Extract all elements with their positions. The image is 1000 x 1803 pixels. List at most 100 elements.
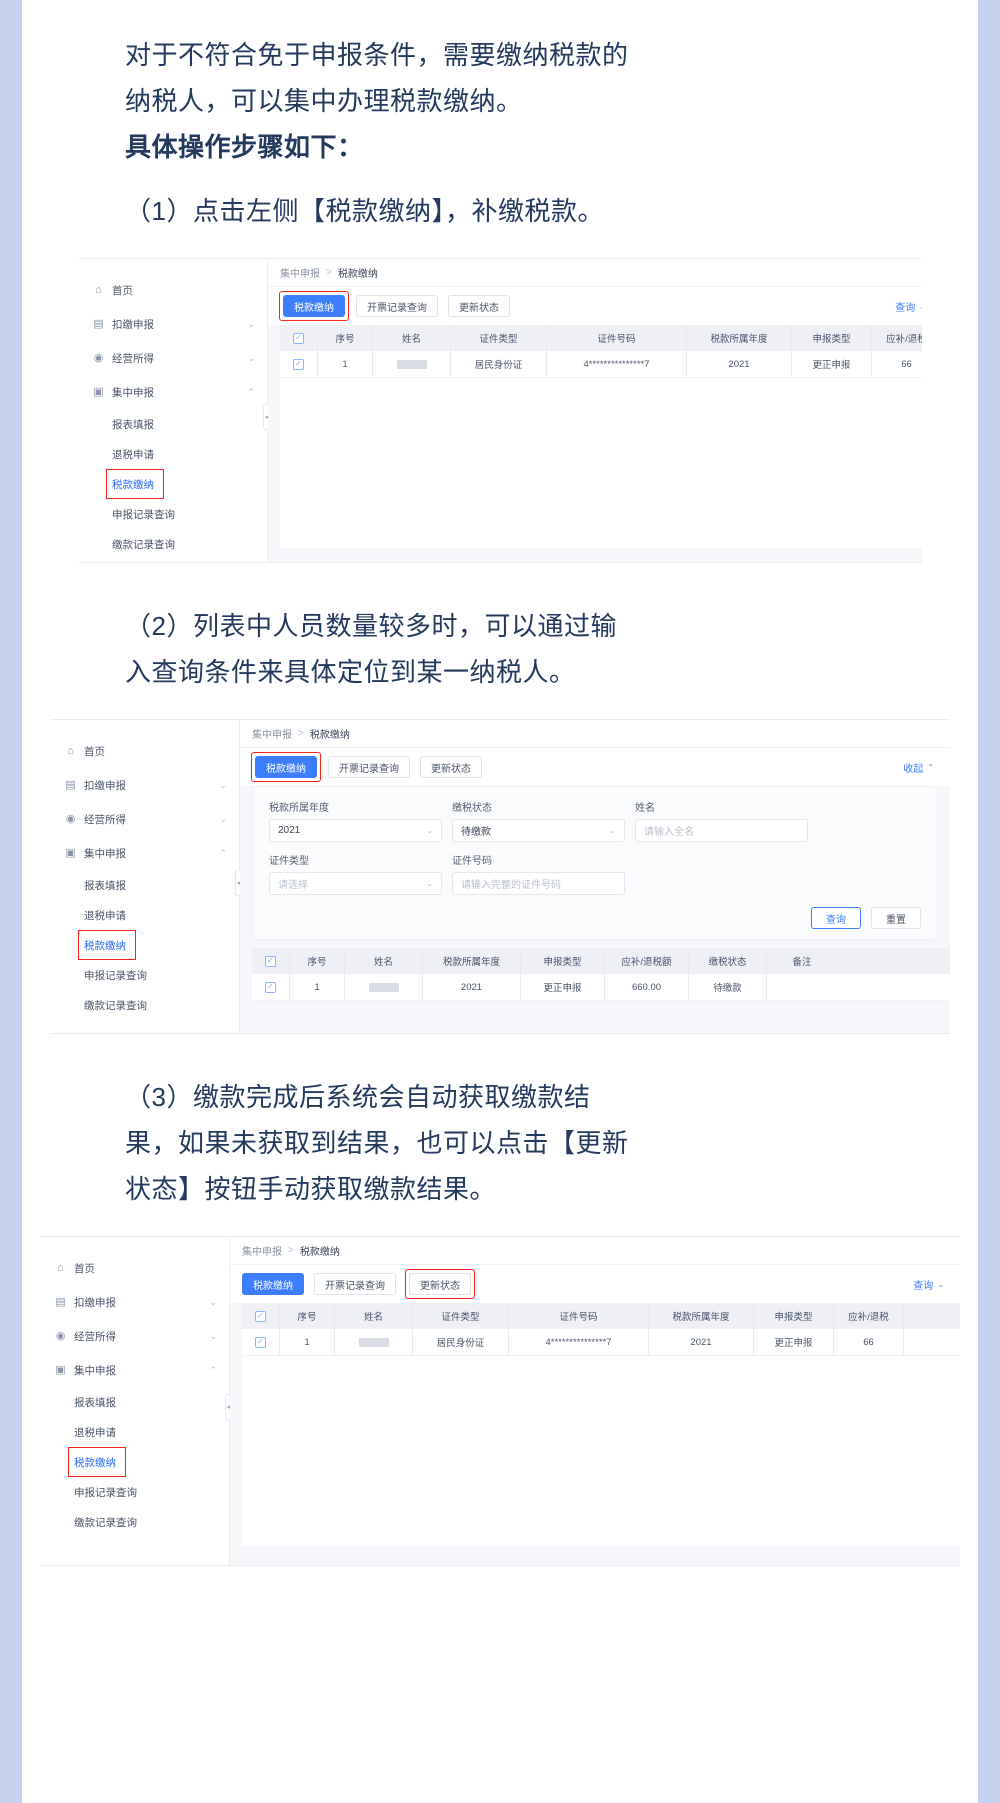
collapse-toggle[interactable]: 收起 ⌃ bbox=[903, 760, 938, 775]
step-3-line-3: 状态】按钮手动获取缴款结果。 bbox=[125, 1174, 497, 1204]
redacted-bar bbox=[358, 1337, 389, 1347]
id-number-input[interactable]: 请输入完整的证件号码 bbox=[452, 872, 625, 895]
row-checkbox-cell[interactable]: ✓ bbox=[252, 974, 290, 1000]
sidebar-subitem-tax-payment[interactable]: 税款缴纳 bbox=[68, 1447, 126, 1477]
tax-payment-button[interactable]: 税款缴纳 bbox=[283, 295, 345, 317]
th-year: 税款所属年度 bbox=[423, 948, 521, 974]
checkbox-icon[interactable]: ✓ bbox=[293, 358, 304, 370]
form-icon: ▤ bbox=[93, 317, 104, 330]
query-toggle[interactable]: 查询 ⌄ bbox=[895, 299, 922, 314]
td-name-redacted bbox=[373, 351, 451, 377]
th-id-no: 证件号码 bbox=[509, 1303, 649, 1329]
checkbox-icon[interactable]: ✓ bbox=[255, 1310, 266, 1322]
th-name: 姓名 bbox=[335, 1303, 413, 1329]
refresh-status-button[interactable]: 更新状态 bbox=[409, 1273, 471, 1295]
sidebar-subitem-declaration-records[interactable]: 申报记录查询 bbox=[40, 1477, 229, 1507]
td-amount: 66 bbox=[834, 1329, 904, 1355]
sidebar-item-home[interactable]: ⌂ 首页 bbox=[40, 1251, 229, 1285]
sidebar-item-business-income[interactable]: ◉ 经营所得 ⌄ bbox=[50, 802, 239, 836]
tax-year-select[interactable]: 2021 ⌄ bbox=[269, 819, 442, 842]
row-checkbox-cell[interactable]: ✓ bbox=[242, 1329, 280, 1355]
sidebar-subitem-tax-payment[interactable]: 税款缴纳 bbox=[106, 469, 164, 499]
field-id-type: 证件类型 请选择 ⌄ bbox=[269, 852, 442, 895]
intro-steps-heading: 具体操作步骤如下： bbox=[125, 132, 364, 162]
table-row[interactable]: ✓ 1 居民身份证 4***************7 2021 更正申报 66 bbox=[280, 351, 922, 378]
sidebar-item-label: 首页 bbox=[84, 745, 105, 758]
query-toggle[interactable]: 查询 ⌄ bbox=[913, 1277, 948, 1292]
highlight-box-pay-button: 税款缴纳 bbox=[279, 291, 349, 321]
page-content: 对于不符合免于申报条件，需要缴纳税款的 纳税人，可以集中办理税款缴纳。 具体操作… bbox=[40, 0, 960, 1803]
sidebar-item-home[interactable]: ⌂ 首页 bbox=[50, 734, 239, 768]
sidebar-item-withholding[interactable]: ▤ 扣缴申报 ⌄ bbox=[78, 307, 267, 341]
sidebar-subitem-report-filling[interactable]: 报表填报 bbox=[50, 870, 239, 900]
select-all-cell[interactable]: ✓ bbox=[280, 325, 318, 351]
table-row[interactable]: ✓ 1 2021 更正申报 660.00 待缴款 bbox=[252, 974, 950, 1001]
breadcrumb-parent[interactable]: 集中申报 bbox=[242, 1243, 282, 1258]
checkbox-icon[interactable]: ✓ bbox=[265, 955, 276, 967]
checkbox-icon[interactable]: ✓ bbox=[255, 1336, 266, 1348]
sidebar-item-centralized-declaration[interactable]: ▣ 集中申报 ⌃ bbox=[40, 1353, 229, 1387]
chevron-down-icon: ⌄ bbox=[219, 779, 227, 790]
sidebar-subitem-refund-application[interactable]: 退税申请 bbox=[50, 900, 239, 930]
chevron-down-icon: ⌄ bbox=[209, 1330, 217, 1341]
breadcrumb: 集中申报 > 税款缴纳 bbox=[268, 259, 922, 287]
id-type-select[interactable]: 请选择 ⌄ bbox=[269, 872, 442, 895]
query-form: 税款所属年度 2021 ⌄ 缴税状态 待缴款 ⌄ 姓名 请输入全名 证件类型 请… bbox=[252, 786, 938, 940]
query-reset-button[interactable]: 重置 bbox=[871, 907, 921, 929]
app-main-3: 集中申报 > 税款缴纳 税款缴纳 开票记录查询 更新状态 查询 ⌄ ✓ 序号 姓… bbox=[230, 1237, 960, 1565]
th-status: 缴税状态 bbox=[689, 948, 767, 974]
sidebar-item-business-income[interactable]: ◉ 经营所得 ⌄ bbox=[78, 341, 267, 375]
sidebar-subitem-payment-records[interactable]: 缴款记录查询 bbox=[50, 990, 239, 1020]
td-id-type: 居民身份证 bbox=[451, 351, 547, 377]
table-row[interactable]: ✓ 1 居民身份证 4***************7 2021 更正申报 66 bbox=[242, 1329, 960, 1356]
tax-payment-button[interactable]: 税款缴纳 bbox=[242, 1273, 304, 1295]
name-input[interactable]: 请输入全名 bbox=[635, 819, 808, 842]
step-3-line-1: （3）缴款完成后系统会自动获取缴款结 bbox=[125, 1082, 591, 1112]
query-submit-button[interactable]: 查询 bbox=[811, 907, 861, 929]
invoice-record-query-button[interactable]: 开票记录查询 bbox=[314, 1273, 396, 1295]
th-id-type: 证件类型 bbox=[413, 1303, 509, 1329]
sidebar-item-centralized-declaration[interactable]: ▣ 集中申报 ⌃ bbox=[50, 836, 239, 870]
redacted-bar bbox=[396, 359, 427, 369]
chevron-down-icon: ⌄ bbox=[937, 1279, 944, 1289]
grid-icon: ▣ bbox=[55, 1363, 66, 1376]
sidebar-item-withholding[interactable]: ▤ 扣缴申报 ⌄ bbox=[50, 768, 239, 802]
breadcrumb-parent[interactable]: 集中申报 bbox=[252, 726, 292, 741]
sidebar-subitem-payment-records[interactable]: 缴款记录查询 bbox=[78, 529, 267, 559]
field-label: 税款所属年度 bbox=[269, 803, 329, 814]
checkbox-icon[interactable]: ✓ bbox=[265, 981, 276, 993]
sidebar-item-withholding[interactable]: ▤ 扣缴申报 ⌄ bbox=[40, 1285, 229, 1319]
tax-payment-button[interactable]: 税款缴纳 bbox=[255, 756, 317, 778]
app-toolbar: 税款缴纳 开票记录查询 更新状态 查询 ⌄ bbox=[230, 1265, 960, 1303]
td-year: 2021 bbox=[687, 351, 792, 377]
sidebar-item-label: 经营所得 bbox=[84, 813, 126, 826]
sidebar-subitem-declaration-records[interactable]: 申报记录查询 bbox=[50, 960, 239, 990]
sidebar-subitem-refund-application[interactable]: 退税申请 bbox=[78, 439, 267, 469]
sidebar-item-centralized-declaration[interactable]: ▣ 集中申报 ⌃ bbox=[78, 375, 267, 409]
breadcrumb-parent[interactable]: 集中申报 bbox=[280, 265, 320, 280]
sidebar-subitem-payment-records[interactable]: 缴款记录查询 bbox=[40, 1507, 229, 1537]
chevron-up-icon: ⌃ bbox=[927, 762, 934, 772]
sidebar-subitem-tax-payment[interactable]: 税款缴纳 bbox=[78, 930, 136, 960]
sidebar-subitem-report-filling[interactable]: 报表填报 bbox=[40, 1387, 229, 1417]
sidebar-item-home[interactable]: ⌂ 首页 bbox=[78, 273, 267, 307]
row-checkbox-cell[interactable]: ✓ bbox=[280, 351, 318, 377]
sidebar-subitem-report-filling[interactable]: 报表填报 bbox=[78, 409, 267, 439]
invoice-record-query-button[interactable]: 开票记录查询 bbox=[356, 295, 438, 317]
sidebar-item-label: 经营所得 bbox=[112, 352, 154, 365]
screenshot-panel-3: ⌂ 首页 ▤ 扣缴申报 ⌄ ◉ 经营所得 ⌄ ▣ 集中申报 ⌃ 报表填报 退税申… bbox=[40, 1236, 960, 1566]
sidebar-item-business-income[interactable]: ◉ 经营所得 ⌄ bbox=[40, 1319, 229, 1353]
refresh-status-button[interactable]: 更新状态 bbox=[420, 756, 482, 778]
select-all-cell[interactable]: ✓ bbox=[242, 1303, 280, 1329]
invoice-record-query-button[interactable]: 开票记录查询 bbox=[328, 756, 410, 778]
td-amount: 660.00 bbox=[605, 974, 689, 1000]
th-amount: 应补/退税 bbox=[834, 1303, 904, 1329]
field-name: 姓名 请输入全名 bbox=[635, 799, 808, 842]
checkbox-icon[interactable]: ✓ bbox=[293, 332, 304, 344]
refresh-status-button[interactable]: 更新状态 bbox=[448, 295, 510, 317]
payment-status-select[interactable]: 待缴款 ⌄ bbox=[452, 819, 625, 842]
sidebar-subitem-refund-application[interactable]: 退税申请 bbox=[40, 1417, 229, 1447]
sidebar-subitem-declaration-records[interactable]: 申报记录查询 bbox=[78, 499, 267, 529]
query-toggle-label: 查询 bbox=[895, 302, 916, 314]
select-all-cell[interactable]: ✓ bbox=[252, 948, 290, 974]
